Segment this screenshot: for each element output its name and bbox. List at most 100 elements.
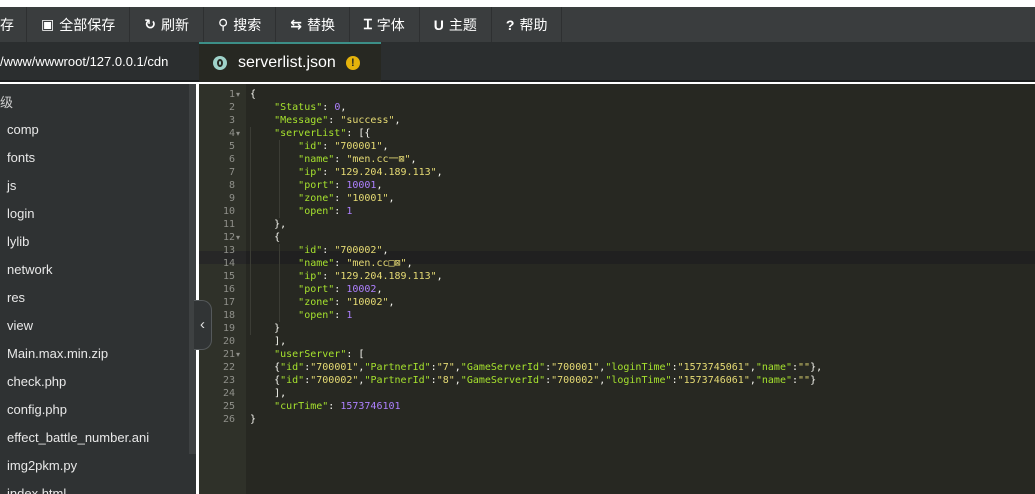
- code-token: "curTime": [274, 401, 329, 412]
- sidebar-header[interactable]: 级: [0, 92, 13, 111]
- code-token: :: [334, 180, 347, 191]
- file-item-img2pkm-py[interactable]: img2pkm.py: [7, 452, 149, 480]
- code-line: "serverList": [{: [250, 127, 370, 140]
- font-button[interactable]: Ɪ 字体: [350, 7, 420, 42]
- search-label: 搜索: [233, 16, 262, 33]
- magnet-icon: U: [433, 16, 444, 33]
- theme-button[interactable]: U 主题: [420, 7, 492, 42]
- code-token: 10001: [346, 180, 377, 191]
- fold-toggle-icon[interactable]: ▾: [236, 231, 240, 244]
- code-token: :: [334, 154, 347, 165]
- code-line: "zone": "10001",: [250, 192, 395, 205]
- save-button[interactable]: 存: [0, 7, 27, 42]
- code-token: "success": [340, 115, 395, 126]
- code-token: }: [810, 375, 817, 386]
- code-line: "Message": "success",: [250, 114, 400, 127]
- help-button[interactable]: ? 帮助: [492, 7, 563, 42]
- line-number: 15: [222, 271, 235, 282]
- code-token: "700001": [334, 141, 383, 152]
- replace-button[interactable]: ⇆ 替换: [276, 7, 350, 42]
- file-item-view[interactable]: view: [7, 312, 149, 340]
- replace-icon: ⇆: [290, 16, 302, 32]
- code-token: ,: [340, 102, 347, 113]
- code-line: {: [250, 88, 256, 101]
- line-number: 14: [222, 258, 235, 269]
- code-token: :: [334, 258, 347, 269]
- code-token: {: [250, 362, 281, 373]
- file-item-main-zip[interactable]: Main.max.min.zip: [7, 340, 149, 368]
- code-token: :: [328, 115, 341, 126]
- code-token: "zone": [298, 193, 335, 204]
- file-item-index-html[interactable]: index.html: [7, 480, 149, 494]
- save-label: 存: [0, 16, 14, 33]
- save-all-button[interactable]: ▣ 全部保存: [27, 7, 131, 42]
- collapse-sidebar-button[interactable]: ‹: [194, 300, 212, 350]
- line-number: 21: [222, 349, 235, 360]
- code-token: :: [322, 271, 335, 282]
- code-token: ,: [376, 180, 383, 191]
- code-line: "id": "700002",: [250, 244, 389, 257]
- file-item-fonts[interactable]: fonts: [7, 144, 149, 172]
- code-token: "10002": [346, 297, 389, 308]
- font-icon: Ɪ: [363, 16, 372, 32]
- code-token: 10002: [346, 284, 377, 295]
- line-number: 3: [228, 115, 235, 126]
- code-token: "10001": [346, 193, 389, 204]
- code-line: "ip": "129.204.189.113",: [250, 270, 443, 283]
- code-token: :: [334, 193, 347, 204]
- refresh-button[interactable]: ↻ 刷新: [130, 7, 204, 42]
- file-item-network[interactable]: network: [7, 256, 149, 284]
- sidebar-scrollbar[interactable]: [189, 84, 196, 454]
- code-token: "ip": [298, 271, 323, 282]
- code-token: "7": [436, 362, 455, 373]
- file-item-effect-ani[interactable]: effect_battle_number.ani: [7, 424, 149, 452]
- code-line: {"id":"700001","PartnerId":"7","GameServ…: [250, 361, 822, 374]
- code-line: {: [250, 231, 280, 244]
- code-line: {"id":"700002","PartnerId":"8","GameServ…: [250, 374, 816, 387]
- code-token: "id": [280, 375, 305, 386]
- line-number: 2: [228, 102, 235, 113]
- file-item-check-php[interactable]: check.php: [7, 368, 149, 396]
- code-line: "Status": 0,: [250, 101, 346, 114]
- unsaved-warning-icon[interactable]: !: [345, 56, 360, 70]
- line-number: 6: [228, 154, 235, 165]
- file-item-js[interactable]: js: [7, 172, 149, 200]
- tab-label: serverlist.json: [238, 54, 336, 71]
- file-item-login[interactable]: login: [7, 200, 149, 228]
- code-line: "name": "men.cc□⊠",: [250, 257, 412, 270]
- code-token: "serverList": [274, 128, 347, 139]
- code-editor[interactable]: 1 ▾ {2 "Status": 0, 3 "Message": "success",…: [199, 84, 1035, 494]
- code-line: "open": 1: [250, 205, 352, 218]
- file-item-comp[interactable]: comp: [7, 116, 149, 144]
- code-token: 1: [346, 310, 353, 321]
- fold-toggle-icon[interactable]: ▾: [236, 88, 240, 101]
- file-item-res[interactable]: res: [7, 284, 149, 312]
- code-token: ,: [382, 245, 389, 256]
- code-token: "1573745061": [677, 362, 750, 373]
- code-token: "Status": [274, 102, 323, 113]
- refresh-icon: ↻: [144, 16, 156, 32]
- code-token: "GameServerId": [460, 362, 546, 373]
- file-item-config-php[interactable]: config.php: [7, 396, 149, 424]
- code-token: "129.204.189.113": [334, 167, 437, 178]
- search-button[interactable]: ⚲ 搜索: [204, 7, 277, 42]
- fold-toggle-icon[interactable]: ▾: [236, 127, 240, 140]
- code-token: "Message": [274, 115, 329, 126]
- code-token: "open": [298, 206, 335, 217]
- fold-toggle-icon[interactable]: ▾: [236, 348, 240, 361]
- line-number: 16: [222, 284, 235, 295]
- tab-serverlist-json[interactable]: serverlist.json !: [199, 42, 381, 82]
- file-list: comp fonts js login lylib network res vi…: [7, 116, 149, 494]
- code-token: "name": [298, 154, 335, 165]
- code-token: ,: [388, 193, 395, 204]
- file-item-lylib[interactable]: lylib: [7, 228, 149, 256]
- code-token: ,: [436, 167, 443, 178]
- code-token: },: [250, 219, 287, 230]
- line-number: 7: [228, 167, 235, 178]
